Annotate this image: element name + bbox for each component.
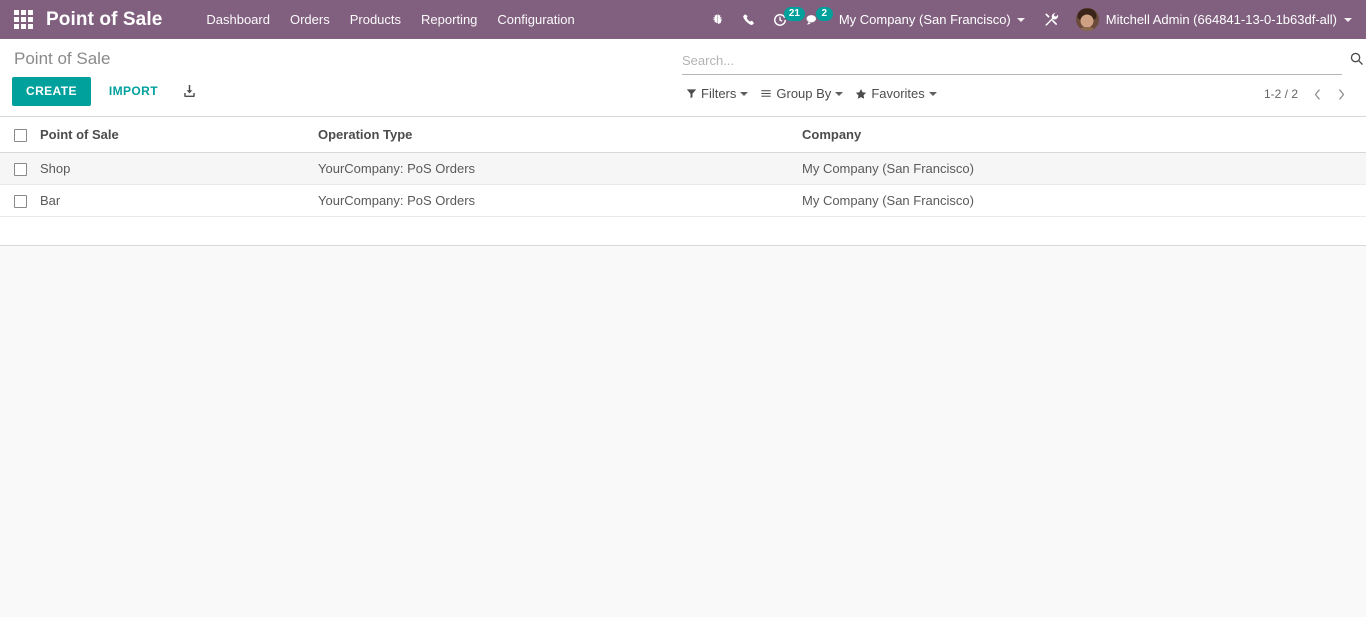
chevron-right-icon	[1338, 88, 1344, 100]
breadcrumb[interactable]: Point of Sale	[12, 39, 652, 70]
column-header-company[interactable]: Company	[802, 117, 1366, 154]
create-button[interactable]: CREATE	[12, 77, 91, 106]
menu-item-products[interactable]: Products	[340, 2, 411, 37]
main-menu: Dashboard Orders Products Reporting Conf…	[196, 2, 584, 37]
filters-label: Filters	[701, 86, 737, 101]
download-export-icon	[184, 84, 195, 98]
control-panel-left: Point of Sale CREATE IMPORT	[12, 39, 652, 106]
group-by-label: Group By	[776, 86, 832, 101]
control-panel-right: Filters Group By Favorites	[672, 39, 1366, 117]
phone-icon	[743, 13, 754, 25]
debug-bug-icon	[713, 13, 722, 24]
search-options-bar: Filters Group By Favorites 1-2 / 2	[672, 83, 1366, 104]
search-magnifier-icon	[1350, 52, 1363, 65]
menu-item-reporting[interactable]: Reporting	[411, 2, 487, 37]
messages-button[interactable]: 2	[796, 0, 833, 39]
developer-tools-button[interactable]	[1035, 0, 1068, 39]
navbar-right-tools: 21 2 My Company (San Francisco) Mitchell…	[702, 0, 1358, 39]
user-menu-label: Mitchell Admin (664841-13-0-1b63df-all)	[1105, 12, 1337, 27]
apps-grid-icon	[13, 10, 33, 29]
user-menu[interactable]: Mitchell Admin (664841-13-0-1b63df-all)	[1068, 0, 1358, 39]
control-panel: Point of Sale CREATE IMPORT Search... Fi…	[0, 39, 1366, 117]
messages-count-badge: 2	[815, 7, 833, 21]
column-header-point-of-sale[interactable]: Point of Sale	[40, 117, 318, 154]
group-by-lines-icon	[761, 90, 772, 97]
chevron-down-icon	[835, 91, 844, 96]
row-checkbox[interactable]	[14, 195, 27, 209]
activity-button[interactable]: 21	[764, 0, 805, 39]
table-row[interactable]: Shop YourCompany: PoS Orders My Company …	[0, 152, 1366, 186]
cell-point-of-sale: Shop	[40, 152, 318, 186]
filter-funnel-icon	[686, 89, 697, 99]
wrench-screwdriver-icon	[1044, 12, 1058, 26]
row-select-cell	[0, 184, 40, 218]
chevron-down-icon	[928, 91, 937, 96]
cell-point-of-sale: Bar	[40, 184, 318, 218]
select-all-checkbox[interactable]	[14, 129, 27, 143]
pager-next-button[interactable]	[1330, 83, 1352, 105]
row-select-cell	[0, 152, 40, 186]
menu-item-orders[interactable]: Orders	[280, 2, 340, 37]
filters-dropdown[interactable]: Filters	[682, 83, 756, 104]
star-icon	[856, 88, 867, 99]
table-body: Shop YourCompany: PoS Orders My Company …	[0, 152, 1366, 247]
pager: 1-2 / 2	[1258, 83, 1352, 105]
top-navbar: Point of Sale Dashboard Orders Products …	[0, 0, 1366, 39]
apps-menu-button[interactable]	[0, 0, 46, 39]
phone-button[interactable]	[733, 0, 764, 39]
avatar	[1075, 8, 1099, 31]
chevron-down-icon	[1344, 17, 1352, 22]
menu-item-configuration[interactable]: Configuration	[487, 2, 584, 37]
page-background	[0, 246, 1366, 617]
pager-range[interactable]: 1-2 / 2	[1258, 84, 1304, 104]
table-header: Point of Sale Operation Type Company	[0, 117, 1366, 154]
cell-company: My Company (San Francisco)	[802, 184, 1366, 218]
favorites-dropdown[interactable]: Favorites	[851, 83, 944, 104]
menu-item-dashboard[interactable]: Dashboard	[196, 2, 280, 37]
table-row[interactable]: Bar YourCompany: PoS Orders My Company (…	[0, 184, 1366, 218]
export-button[interactable]	[182, 84, 197, 99]
search-icon[interactable]	[1349, 51, 1364, 69]
search-input[interactable]	[682, 53, 1342, 71]
column-header-operation-type[interactable]: Operation Type	[318, 117, 802, 154]
cell-operation-type: YourCompany: PoS Orders	[318, 152, 802, 186]
select-all-header	[0, 117, 40, 154]
pager-previous-button[interactable]	[1306, 83, 1328, 105]
chevron-down-icon	[1016, 17, 1025, 22]
search-view	[682, 50, 1363, 75]
chevron-down-icon	[740, 91, 749, 96]
chevron-left-icon	[1314, 88, 1320, 100]
table-header-row: Point of Sale Operation Type Company	[0, 117, 1366, 154]
group-by-dropdown[interactable]: Group By	[756, 83, 851, 104]
brand-title[interactable]: Point of Sale	[46, 9, 162, 31]
row-checkbox[interactable]	[14, 163, 27, 177]
records-table: Point of Sale Operation Type Company Sho…	[0, 117, 1366, 247]
cell-company: My Company (San Francisco)	[802, 152, 1366, 186]
cell-operation-type: YourCompany: PoS Orders	[318, 184, 802, 218]
favorites-label: Favorites	[871, 86, 925, 101]
import-button[interactable]: IMPORT	[99, 78, 168, 105]
table-footer-row	[0, 216, 1366, 247]
debug-bug-button[interactable]	[702, 0, 733, 39]
company-switcher-label: My Company (San Francisco)	[838, 12, 1011, 27]
list-view-container: Point of Sale Operation Type Company Sho…	[0, 117, 1366, 247]
control-panel-buttons: CREATE IMPORT	[12, 70, 652, 106]
company-switcher[interactable]: My Company (San Francisco)	[829, 0, 1035, 39]
